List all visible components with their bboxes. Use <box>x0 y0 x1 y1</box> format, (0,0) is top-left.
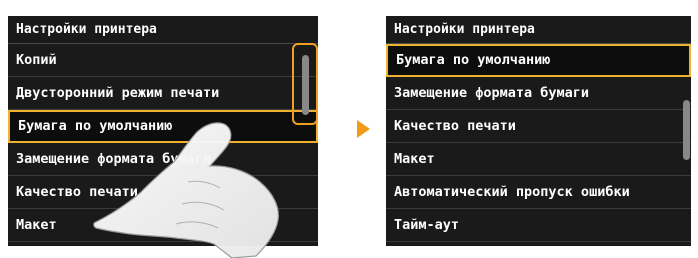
printer-settings-screen-after: Настройки принтера Бумага по умолчанию З… <box>386 16 691 246</box>
menu-item-default-paper[interactable]: Бумага по умолчанию <box>386 44 691 77</box>
printer-settings-screen-before: Настройки принтера Копий Двусторонний ре… <box>8 16 318 246</box>
menu-item-layout[interactable]: Макет <box>386 143 691 176</box>
menu-list: Копий Двусторонний режим печати Бумага п… <box>8 44 318 242</box>
menu-item-duplex[interactable]: Двусторонний режим печати <box>8 77 318 110</box>
menu-item-default-paper[interactable]: Бумага по умолчанию <box>8 110 318 143</box>
menu-item-layout[interactable]: Макет <box>8 209 318 242</box>
menu-item-auto-error-skip[interactable]: Автоматический пропуск ошибки <box>386 176 691 209</box>
menu-item-paper-size-override[interactable]: Замещение формата бумаги <box>8 143 318 176</box>
menu-item-timeout[interactable]: Тайм-аут <box>386 209 691 242</box>
screen-title: Настройки принтера <box>8 16 318 44</box>
menu-item-copies[interactable]: Копий <box>8 44 318 77</box>
right-triangle-icon <box>357 120 370 138</box>
menu-item-print-quality[interactable]: Качество печати <box>8 176 318 209</box>
screen-title: Настройки принтера <box>386 16 691 44</box>
scrollbar-highlight <box>292 43 318 125</box>
scrollbar[interactable] <box>683 100 690 160</box>
menu-item-print-quality[interactable]: Качество печати <box>386 110 691 143</box>
menu-list: Бумага по умолчанию Замещение формата бу… <box>386 44 691 242</box>
menu-item-paper-size-override[interactable]: Замещение формата бумаги <box>386 77 691 110</box>
